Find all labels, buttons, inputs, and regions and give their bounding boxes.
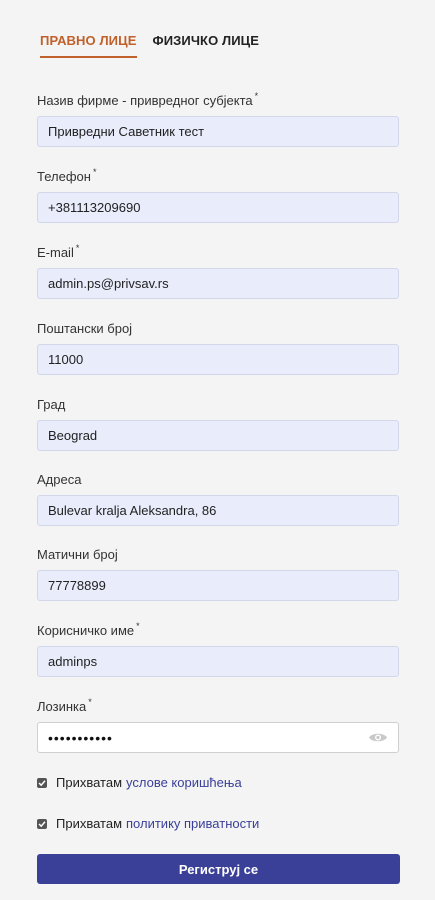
phone-label: Телефон [37,169,91,184]
privacy-prefix: Прихватам [56,816,123,831]
required-marker: * [136,621,140,631]
registration-number-field: Матични број 77778899 [37,546,399,601]
company-name-field: Назив фирме - привредног субјекта * Привр… [37,91,399,147]
company-name-label: Назив фирме - привредног субјекта [37,93,253,108]
required-marker: * [254,91,259,101]
registration-number-input[interactable]: 77778899 [37,570,399,601]
address-field: Адреса Bulevar kralja Aleksandra, 86 [37,471,399,526]
address-label: Адреса [37,472,82,487]
phone-field: Телефон * +381113209690 [37,167,399,223]
email-input[interactable]: admin.ps@privsav.rs [37,268,399,299]
postal-code-label: Поштански број [37,321,133,336]
password-value: ••••••••••• [48,729,113,746]
password-input[interactable]: ••••••••••• [37,722,399,753]
check-icon [38,820,46,827]
company-name-input[interactable]: Привредни Саветник тест [37,116,399,147]
username-field: Корисничко име * adminps [37,621,399,677]
password-label: Лозинка [37,699,87,714]
address-input[interactable]: Bulevar kralja Aleksandra, 86 [37,495,399,526]
city-label: Град [37,397,66,412]
email-field: E-mail * admin.ps@privsav.rs [37,243,399,299]
terms-link[interactable]: услове коришћења [126,775,242,790]
privacy-row: Прихватам политику приватности [37,816,259,831]
terms-prefix: Прихватам [56,775,123,790]
eye-icon[interactable] [368,731,388,744]
register-button[interactable]: Региструј се [37,854,400,884]
required-marker: * [88,697,92,707]
required-marker: * [75,243,80,253]
password-field: Лозинка * ••••••••••• [37,697,399,753]
username-input[interactable]: adminps [37,646,399,677]
city-input[interactable]: Beograd [37,420,399,451]
phone-input[interactable]: +381113209690 [37,192,399,223]
terms-row: Прихватам услове коришћења [37,775,242,790]
terms-checkbox[interactable] [37,777,47,788]
tab-legal-entity[interactable]: ПРАВНО ЛИЦЕ [40,33,137,58]
entity-tabs: ПРАВНО ЛИЦЕ ФИЗИЧКО ЛИЦЕ [40,33,259,58]
check-icon [38,779,46,786]
required-marker: * [92,167,97,177]
postal-code-field: Поштански број 11000 [37,320,399,375]
privacy-link[interactable]: политику приватности [126,816,259,831]
postal-code-input[interactable]: 11000 [37,344,399,375]
registration-number-label: Матични број [37,547,118,562]
city-field: Град Beograd [37,396,399,451]
privacy-checkbox[interactable] [37,818,47,829]
tab-natural-person[interactable]: ФИЗИЧКО ЛИЦЕ [153,33,260,58]
email-label: E-mail [37,245,74,260]
username-label: Корисничко име [37,623,135,638]
